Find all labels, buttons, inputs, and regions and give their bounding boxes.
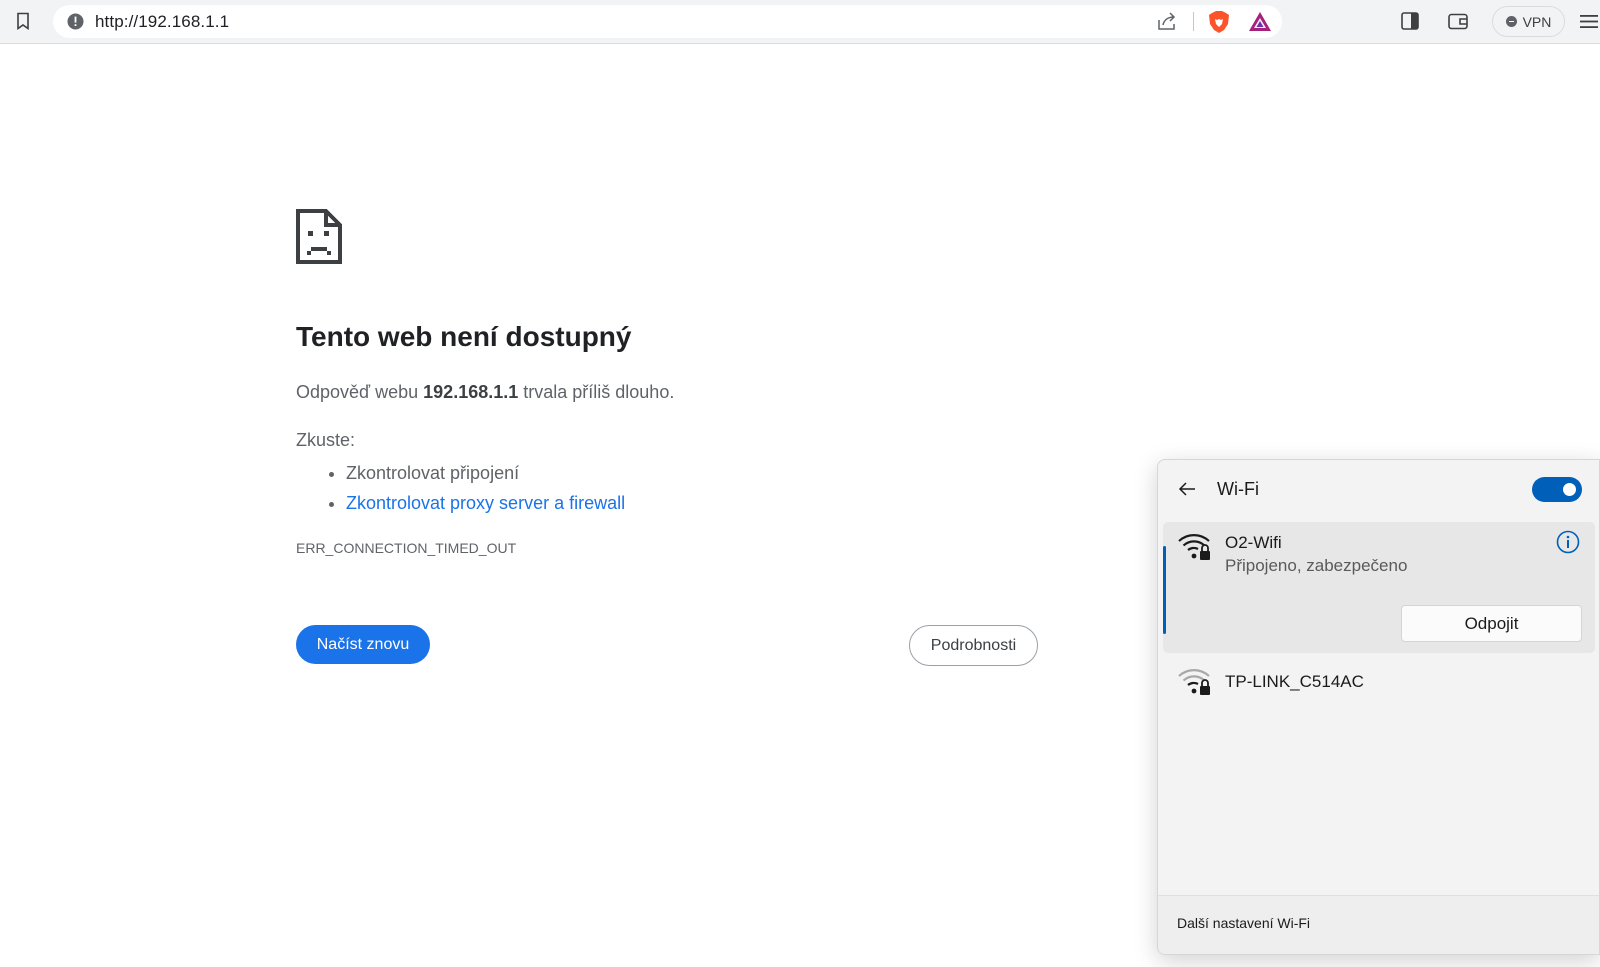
brave-shields-icon[interactable] xyxy=(1208,10,1230,34)
wifi-flyout: Wi-Fi O2-Wifi Připojeno, zabezpečeno Odp… xyxy=(1157,459,1600,955)
urlbar-divider xyxy=(1193,12,1194,31)
menu-icon[interactable] xyxy=(1580,14,1598,29)
suggestion-item-proxy: Zkontrolovat proxy server a firewall xyxy=(346,488,625,518)
reload-button[interactable]: Načíst znovu xyxy=(296,625,430,664)
sidebar-icon[interactable] xyxy=(1401,12,1419,30)
vpn-label: VPN xyxy=(1522,13,1552,30)
network-name: TP-LINK_C514AC xyxy=(1225,672,1364,691)
error-host: 192.168.1.1 xyxy=(423,382,519,402)
wifi-secured-weak-icon xyxy=(1177,665,1213,702)
error-title: Tento web není dostupný xyxy=(296,321,632,352)
url-text[interactable]: http://192.168.1.1 xyxy=(95,12,229,32)
bookmark-icon[interactable] xyxy=(16,12,30,30)
error-description: Odpověď webu 192.168.1.1 trvala příliš d… xyxy=(296,382,675,402)
wifi-footer: Další nastavení Wi-Fi xyxy=(1158,895,1599,954)
more-wifi-settings-link[interactable]: Další nastavení Wi-Fi xyxy=(1177,915,1310,931)
suggestion-check-connection: Zkontrolovat připojení xyxy=(346,458,625,488)
back-arrow-icon[interactable] xyxy=(1178,481,1196,502)
check-proxy-link[interactable]: Zkontrolovat proxy server a firewall xyxy=(346,493,625,513)
address-bar[interactable]: http://192.168.1.1 xyxy=(53,5,1282,38)
info-icon[interactable] xyxy=(1556,530,1580,559)
wallet-icon[interactable] xyxy=(1448,13,1468,30)
network-item-o2-wifi[interactable]: O2-Wifi Připojeno, zabezpečeno Odpojit xyxy=(1163,522,1595,653)
wifi-toggle[interactable] xyxy=(1532,477,1582,502)
vpn-button[interactable]: VPN xyxy=(1492,6,1565,37)
try-label: Zkuste: xyxy=(296,430,356,450)
details-button[interactable]: Podrobnosti xyxy=(909,625,1038,666)
suggestion-list: Zkontrolovat připojení Zkontrolovat prox… xyxy=(296,458,625,518)
error-code: ERR_CONNECTION_TIMED_OUT xyxy=(296,540,517,556)
browser-toolbar: http://192.168.1.1 VPN xyxy=(0,0,1600,44)
network-name: O2-Wifi xyxy=(1225,533,1282,552)
sad-page-icon xyxy=(296,209,342,269)
selection-indicator xyxy=(1163,546,1166,634)
network-status: Připojeno, zabezpečeno xyxy=(1225,556,1408,575)
wifi-title: Wi-Fi xyxy=(1217,479,1259,499)
disconnect-button[interactable]: Odpojit xyxy=(1401,605,1582,642)
site-info-icon[interactable] xyxy=(67,13,84,35)
wifi-secured-icon xyxy=(1177,530,1213,567)
vpn-status-icon xyxy=(1505,16,1517,27)
network-item-tp-link[interactable]: TP-LINK_C514AC xyxy=(1163,660,1595,710)
share-icon[interactable] xyxy=(1157,12,1177,31)
brave-rewards-icon[interactable] xyxy=(1248,11,1272,32)
